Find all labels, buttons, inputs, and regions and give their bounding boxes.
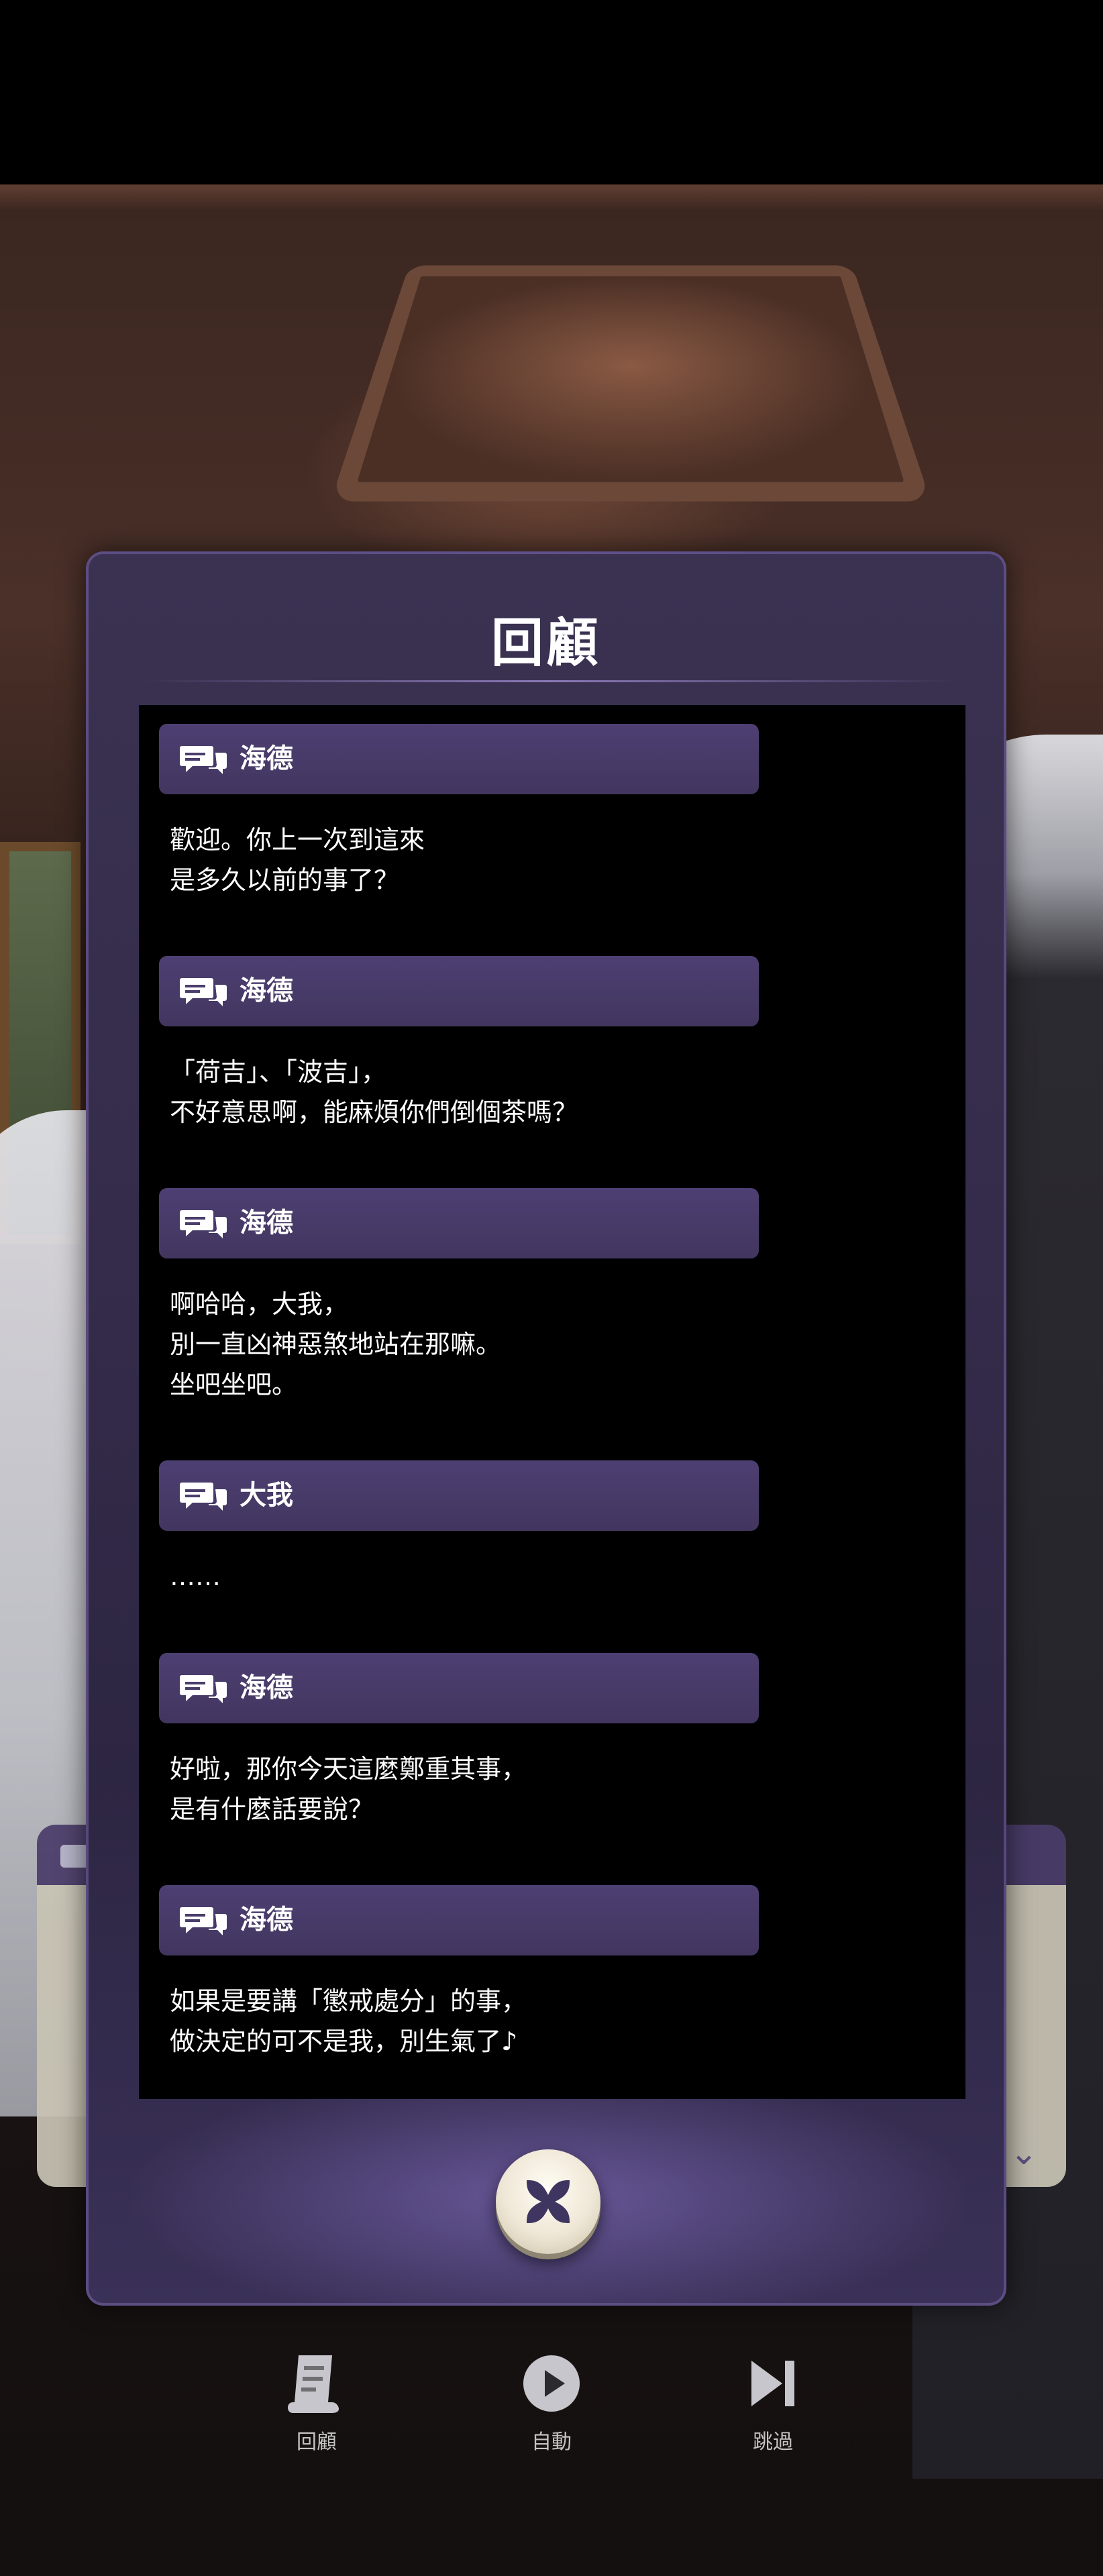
close-button[interactable]	[496, 2149, 600, 2254]
speaker-name-bar: 海德	[159, 956, 759, 1026]
speaker-name-bar: 大我	[159, 1460, 759, 1531]
dialogue-line: 啊哈哈，大我，	[170, 1289, 349, 1319]
dialogue-line: 是有什麼話要說？	[170, 1794, 374, 1824]
nav-skip-button[interactable]: 跳過	[706, 2351, 840, 2455]
chat-bubble-icon	[180, 1210, 227, 1238]
chat-bubble-icon	[180, 1675, 227, 1703]
speaker-name: 海德	[240, 1672, 293, 1703]
nav-log-label: 回顧	[297, 2430, 337, 2454]
skip-forward-icon	[751, 2361, 794, 2406]
log-entry: 海德 啊哈哈，大我， 別一直凶神惡煞地站在那嘛。 坐吧坐吧。	[159, 1188, 944, 1405]
dialogue-line: 歡迎。你上一次到這來	[170, 825, 425, 855]
ceiling-frame	[330, 265, 931, 502]
log-entry: 海德 歡迎。你上一次到這來 是多久以前的事了？	[159, 724, 944, 900]
nav-skip-label: 跳過	[753, 2430, 793, 2454]
background-chevron-icon: ⌄	[1010, 2133, 1038, 2172]
dialogue-line: 好啦，那你今天這麼鄭重其事，	[170, 1754, 527, 1784]
nav-log-button[interactable]: 回顧	[250, 2351, 384, 2455]
chat-bubble-icon	[180, 746, 227, 774]
scroll-icon	[288, 2355, 339, 2413]
nav-auto-label: 自動	[531, 2430, 572, 2454]
panel-title: 回顧	[490, 613, 601, 674]
speaker-name-bar: 海德	[159, 724, 759, 794]
speaker-name: 大我	[240, 1480, 293, 1511]
log-panel: 回顧 海德 歡迎。你上一次到這來 是多久以前的事了？ 海德 「荷吉」、「波吉」，…	[86, 551, 1006, 2306]
dialogue-line: 別一直凶神惡煞地站在那嘛。	[170, 1330, 502, 1359]
ceiling-beam	[0, 184, 1103, 211]
chat-bubble-icon	[180, 978, 227, 1006]
log-entry: 海德 如果是要講「懲戒處分」的事， 做決定的可不是我，別生氣了♪	[159, 1885, 944, 2061]
speaker-name: 海德	[240, 1208, 293, 1238]
dialogue-line: 如果是要講「懲戒處分」的事，	[170, 1986, 527, 2016]
dialogue-line: 坐吧坐吧。	[170, 1370, 298, 1399]
title-divider	[142, 680, 955, 682]
close-x-icon	[527, 2180, 570, 2223]
log-entry: 海德 「荷吉」、「波吉」， 不好意思啊，能麻煩你們倒個茶嗎？	[159, 956, 944, 1132]
log-entry: 大我 ……	[159, 1460, 944, 1597]
speaker-name: 海德	[240, 1904, 293, 1935]
dialogue-line: 「荷吉」、「波吉」，	[170, 1057, 387, 1087]
play-icon	[523, 2355, 580, 2412]
chat-bubble-icon	[180, 1483, 227, 1511]
dialogue-line: 做決定的可不是我，別生氣了♪	[170, 2027, 518, 2056]
log-list[interactable]: 海德 歡迎。你上一次到這來 是多久以前的事了？ 海德 「荷吉」、「波吉」， 不好…	[139, 705, 965, 2099]
speaker-name-bar: 海德	[159, 1653, 759, 1723]
nav-auto-button[interactable]: 自動	[484, 2351, 619, 2455]
dialogue-line: ……	[170, 1562, 221, 1591]
speaker-name: 海德	[240, 975, 293, 1006]
speaker-name-bar: 海德	[159, 1188, 759, 1258]
speaker-name: 海德	[240, 743, 293, 774]
dialogue-line: 不好意思啊，能麻煩你們倒個茶嗎？	[170, 1097, 578, 1127]
dialogue-line: 是多久以前的事了？	[170, 865, 400, 895]
speaker-name-bar: 海德	[159, 1885, 759, 1955]
chat-bubble-icon	[180, 1907, 227, 1935]
log-entry: 海德 好啦，那你今天這麼鄭重其事， 是有什麼話要說？	[159, 1653, 944, 1829]
top-black-bar	[0, 0, 1103, 184]
